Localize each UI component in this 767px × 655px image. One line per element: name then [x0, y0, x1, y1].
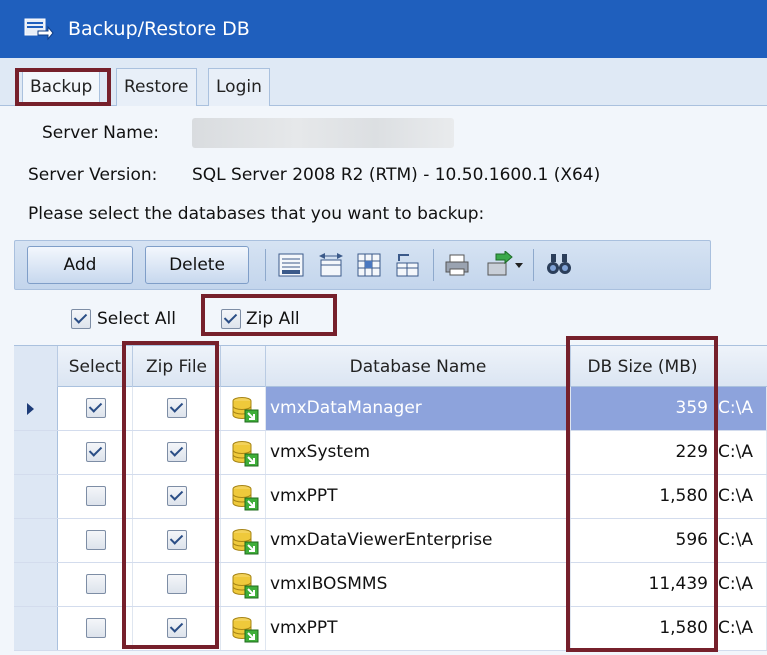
server-name-label: Server Name: [42, 123, 160, 143]
database-icon [231, 483, 259, 511]
window-title: Backup/Restore DB [68, 18, 250, 40]
server-name-value [192, 118, 454, 148]
add-button[interactable]: Add [27, 246, 133, 284]
select-checkbox[interactable] [86, 618, 106, 638]
database-name[interactable]: vmxPPT [266, 475, 571, 518]
database-icon-cell [221, 431, 266, 474]
select-checkbox[interactable] [86, 530, 106, 550]
backup-path[interactable]: C:\A [715, 519, 767, 562]
database-name[interactable]: vmxDataViewerEnterprise [266, 519, 571, 562]
database-icon [231, 439, 259, 467]
checkmark-icon [88, 443, 103, 457]
export-icon[interactable] [485, 249, 513, 279]
backup-path[interactable]: C:\A [715, 387, 767, 430]
backup-path[interactable]: C:\A [715, 563, 767, 606]
row-indicator[interactable] [14, 519, 58, 562]
database-icon [231, 571, 259, 599]
server-version-value: SQL Server 2008 R2 (RTM) - 10.50.1600.1 … [192, 165, 601, 185]
row-indicator[interactable] [14, 607, 58, 650]
tab-restore[interactable]: Restore [116, 68, 197, 106]
backup-restore-icon [24, 17, 54, 41]
backup-instructions: Please select the databases that you wan… [28, 204, 485, 224]
row-indicator-header [14, 346, 58, 388]
delete-button[interactable]: Delete [145, 246, 249, 284]
database-icon [231, 395, 259, 423]
server-version-label: Server Version: [28, 165, 158, 185]
select-checkbox[interactable] [86, 574, 106, 594]
database-icon-cell [221, 563, 266, 606]
column-header-path[interactable] [715, 346, 767, 388]
row-indicator[interactable] [14, 387, 58, 430]
database-name[interactable]: vmxPPT [266, 607, 571, 650]
backup-path[interactable]: C:\A [715, 475, 767, 518]
row-indicator[interactable] [14, 563, 58, 606]
database-icon-cell [221, 519, 266, 562]
select-checkbox[interactable] [86, 486, 106, 506]
database-icon-cell [221, 607, 266, 650]
print-icon[interactable] [443, 251, 471, 279]
column-header-icon[interactable] [221, 346, 266, 388]
checkmark-icon [88, 399, 103, 413]
row-indicator[interactable] [14, 475, 58, 518]
toolbar-separator [433, 249, 434, 281]
title-bar: Backup/Restore DB [0, 0, 767, 58]
database-icon-cell [221, 387, 266, 430]
row-indicator[interactable] [14, 431, 58, 474]
database-icon-cell [221, 475, 266, 518]
select-checkbox[interactable] [86, 398, 106, 418]
select-all-label: Select All [97, 309, 176, 329]
backup-path[interactable]: C:\A [715, 431, 767, 474]
find-icon[interactable] [545, 251, 573, 279]
zip-file-column-highlight [122, 341, 219, 649]
backup-tab-highlight [15, 68, 111, 106]
database-icon [231, 527, 259, 555]
database-name[interactable]: vmxIBOSMMS [266, 563, 571, 606]
db-size-column-highlight [566, 336, 718, 652]
database-name[interactable]: vmxSystem [266, 431, 571, 474]
grid-toolbar: Add Delete [14, 240, 711, 290]
tree-grid-icon[interactable] [393, 251, 421, 279]
toolbar-separator [265, 249, 266, 281]
database-icon [231, 615, 259, 643]
toolbar-separator [533, 249, 534, 281]
column-header-database-name[interactable]: Database Name [266, 346, 571, 388]
chevron-down-icon[interactable] [515, 263, 523, 268]
database-name[interactable]: vmxDataManager [266, 387, 571, 430]
backup-path[interactable]: C:\A [715, 607, 767, 650]
current-row-arrow-icon [27, 403, 34, 415]
tab-bar: Backup Restore Login [0, 58, 767, 106]
tab-login[interactable]: Login [208, 68, 270, 106]
select-all-checkbox[interactable] [71, 309, 91, 329]
select-checkbox[interactable] [86, 442, 106, 462]
expand-columns-icon[interactable] [317, 251, 345, 279]
zip-all-highlight [201, 294, 337, 336]
checkmark-icon [73, 310, 88, 324]
grid-icon[interactable] [355, 251, 383, 279]
details-icon[interactable] [277, 251, 305, 279]
